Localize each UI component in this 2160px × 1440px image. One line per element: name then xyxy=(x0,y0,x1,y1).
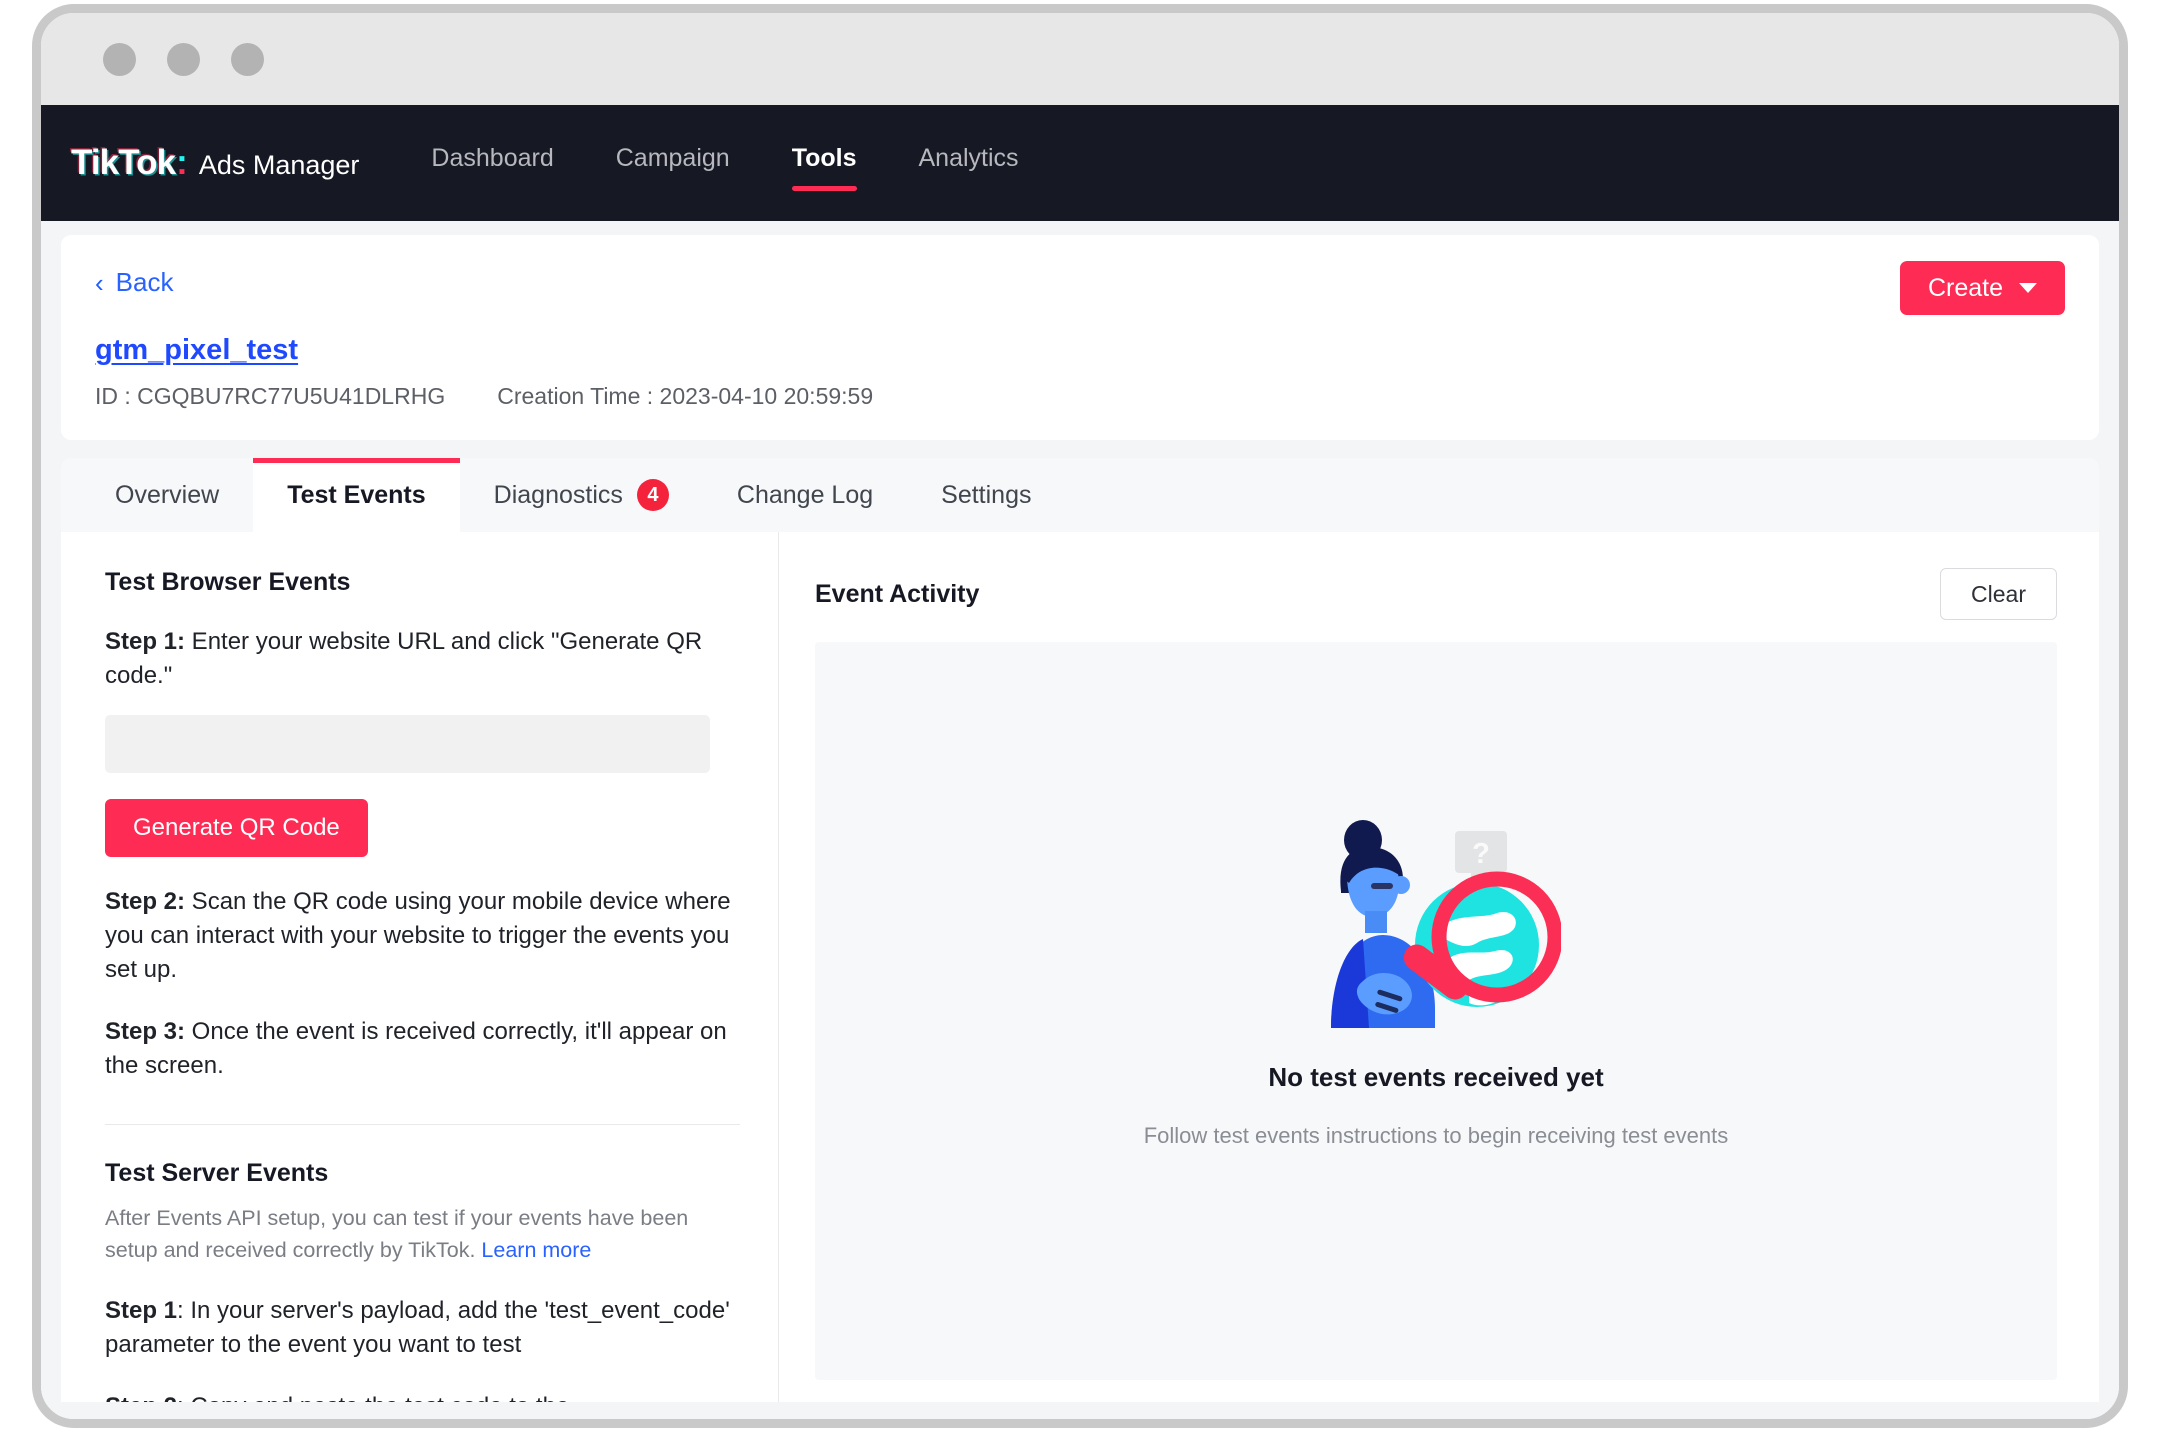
diagnostics-badge: 4 xyxy=(636,479,669,511)
window-minimize-dot[interactable] xyxy=(167,42,200,76)
event-activity-title: Event Activity xyxy=(815,579,980,608)
browser-step-3-label: Step 3: xyxy=(105,1018,186,1046)
window-titlebar xyxy=(41,13,2119,105)
svg-text:?: ? xyxy=(1472,838,1490,870)
browser-step-2: Step 2: Scan the QR code using your mobi… xyxy=(105,885,734,987)
browser-window: TikTok: Ads Manager Dashboard Campaign To… xyxy=(41,13,2119,1419)
ads-manager-label: Ads Manager xyxy=(198,150,360,180)
website-url-input[interactable] xyxy=(105,715,710,774)
server-step-2: Step 2: Copy and paste the test code to … xyxy=(105,1390,734,1402)
server-step-2-label: Step 2 xyxy=(105,1393,177,1402)
create-button-label: Create xyxy=(1927,273,2003,302)
server-step-1-label: Step 1 xyxy=(105,1297,178,1325)
tab-test-events[interactable]: Test Events xyxy=(253,458,461,532)
server-step-1: Step 1: In your server's payload, add th… xyxy=(105,1294,734,1362)
tab-settings-label: Settings xyxy=(941,480,1032,509)
server-description-text: After Events API setup, you can test if … xyxy=(105,1205,689,1262)
tab-diagnostics[interactable]: Diagnostics 4 xyxy=(460,458,703,532)
tiktok-wordmark: TikTok xyxy=(71,143,176,182)
pixel-creation-time-text: Creation Time : 2023-04-10 20:59:59 xyxy=(497,383,874,409)
nav-item-analytics[interactable]: Analytics xyxy=(919,144,1019,183)
nav-item-dashboard[interactable]: Dashboard xyxy=(431,144,553,183)
test-server-events-title: Test Server Events xyxy=(105,1158,329,1187)
tab-test-events-label: Test Events xyxy=(287,480,426,509)
nav-item-tools[interactable]: Tools xyxy=(791,144,857,191)
back-link[interactable]: ‹ Back xyxy=(95,267,173,298)
test-browser-events-title: Test Browser Events xyxy=(105,568,351,596)
device-bezel: TikTok: Ads Manager Dashboard Campaign To… xyxy=(32,4,2128,1428)
browser-step-1-label: Step 1: xyxy=(105,628,186,655)
tiktok-colon-glyph: : xyxy=(176,143,188,182)
chevron-down-icon xyxy=(2019,283,2037,293)
tiktok-ads-manager-logo[interactable]: TikTok: Ads Manager xyxy=(71,143,359,183)
event-activity-header: Event Activity Clear xyxy=(815,568,2057,620)
clear-button[interactable]: Clear xyxy=(1940,568,2057,620)
tab-panels: Test Browser Events Step 1: Enter your w… xyxy=(61,532,2099,1402)
tab-overview-label: Overview xyxy=(115,480,220,509)
tab-card: Overview Test Events Diagnostics 4 Chang… xyxy=(61,458,2099,1402)
pixel-header-card: ‹ Back gtm_pixel_test ID : CGQBU7RC77U5U… xyxy=(61,235,2099,440)
event-activity-empty-state: ? No test events received yet Follow tes… xyxy=(815,642,2057,1380)
nav-item-campaign[interactable]: Campaign xyxy=(616,144,730,183)
test-browser-events-panel: Test Browser Events Step 1: Enter your w… xyxy=(61,532,779,1402)
back-label: Back xyxy=(115,267,174,297)
empty-state-subtitle: Follow test events instructions to begin… xyxy=(1143,1123,1729,1148)
server-step-1-text: : In your server's payload, add the 'tes… xyxy=(105,1297,730,1359)
learn-more-link[interactable]: Learn more xyxy=(481,1238,591,1262)
chevron-left-icon: ‹ xyxy=(95,267,104,298)
empty-state-title: No test events received yet xyxy=(1268,1062,1604,1092)
tab-settings[interactable]: Settings xyxy=(907,458,1065,532)
tab-overview[interactable]: Overview xyxy=(81,458,253,532)
browser-step-2-text: Scan the QR code using your mobile devic… xyxy=(105,888,731,984)
generate-qr-code-button[interactable]: Generate QR Code xyxy=(105,799,368,858)
browser-step-3-text: Once the event is received correctly, it… xyxy=(105,1018,727,1080)
tab-diagnostics-label: Diagnostics xyxy=(493,480,623,509)
browser-step-1: Step 1: Enter your website URL and click… xyxy=(105,625,734,693)
pixel-meta-row: ID : CGQBU7RC77U5U41DLRHG Creation Time … xyxy=(95,383,2065,410)
tab-change-log-label: Change Log xyxy=(736,480,874,509)
event-activity-panel: Event Activity Clear ? No test events re… xyxy=(779,532,2099,1402)
tab-bar: Overview Test Events Diagnostics 4 Chang… xyxy=(61,458,2099,532)
pixel-id-text: ID : CGQBU7RC77U5U41DLRHG xyxy=(95,383,446,409)
window-maximize-dot[interactable] xyxy=(231,42,264,76)
section-divider xyxy=(105,1123,740,1125)
browser-step-3: Step 3: Once the event is received corre… xyxy=(105,1015,734,1083)
top-navigation-bar: TikTok: Ads Manager Dashboard Campaign To… xyxy=(41,105,2119,221)
browser-step-2-label: Step 2: xyxy=(105,888,186,916)
page-content: ‹ Back gtm_pixel_test ID : CGQBU7RC77U5U… xyxy=(41,221,2119,1419)
browser-step-1-text: Enter your website URL and click "Genera… xyxy=(105,628,703,690)
person-with-magnifying-glass-illustration: ? xyxy=(1331,820,1561,1028)
page-title[interactable]: gtm_pixel_test xyxy=(95,334,298,367)
tab-change-log[interactable]: Change Log xyxy=(703,458,907,532)
window-close-dot[interactable] xyxy=(103,42,136,76)
create-button[interactable]: Create xyxy=(1899,261,2065,315)
test-server-events-description: After Events API setup, you can test if … xyxy=(105,1202,734,1267)
